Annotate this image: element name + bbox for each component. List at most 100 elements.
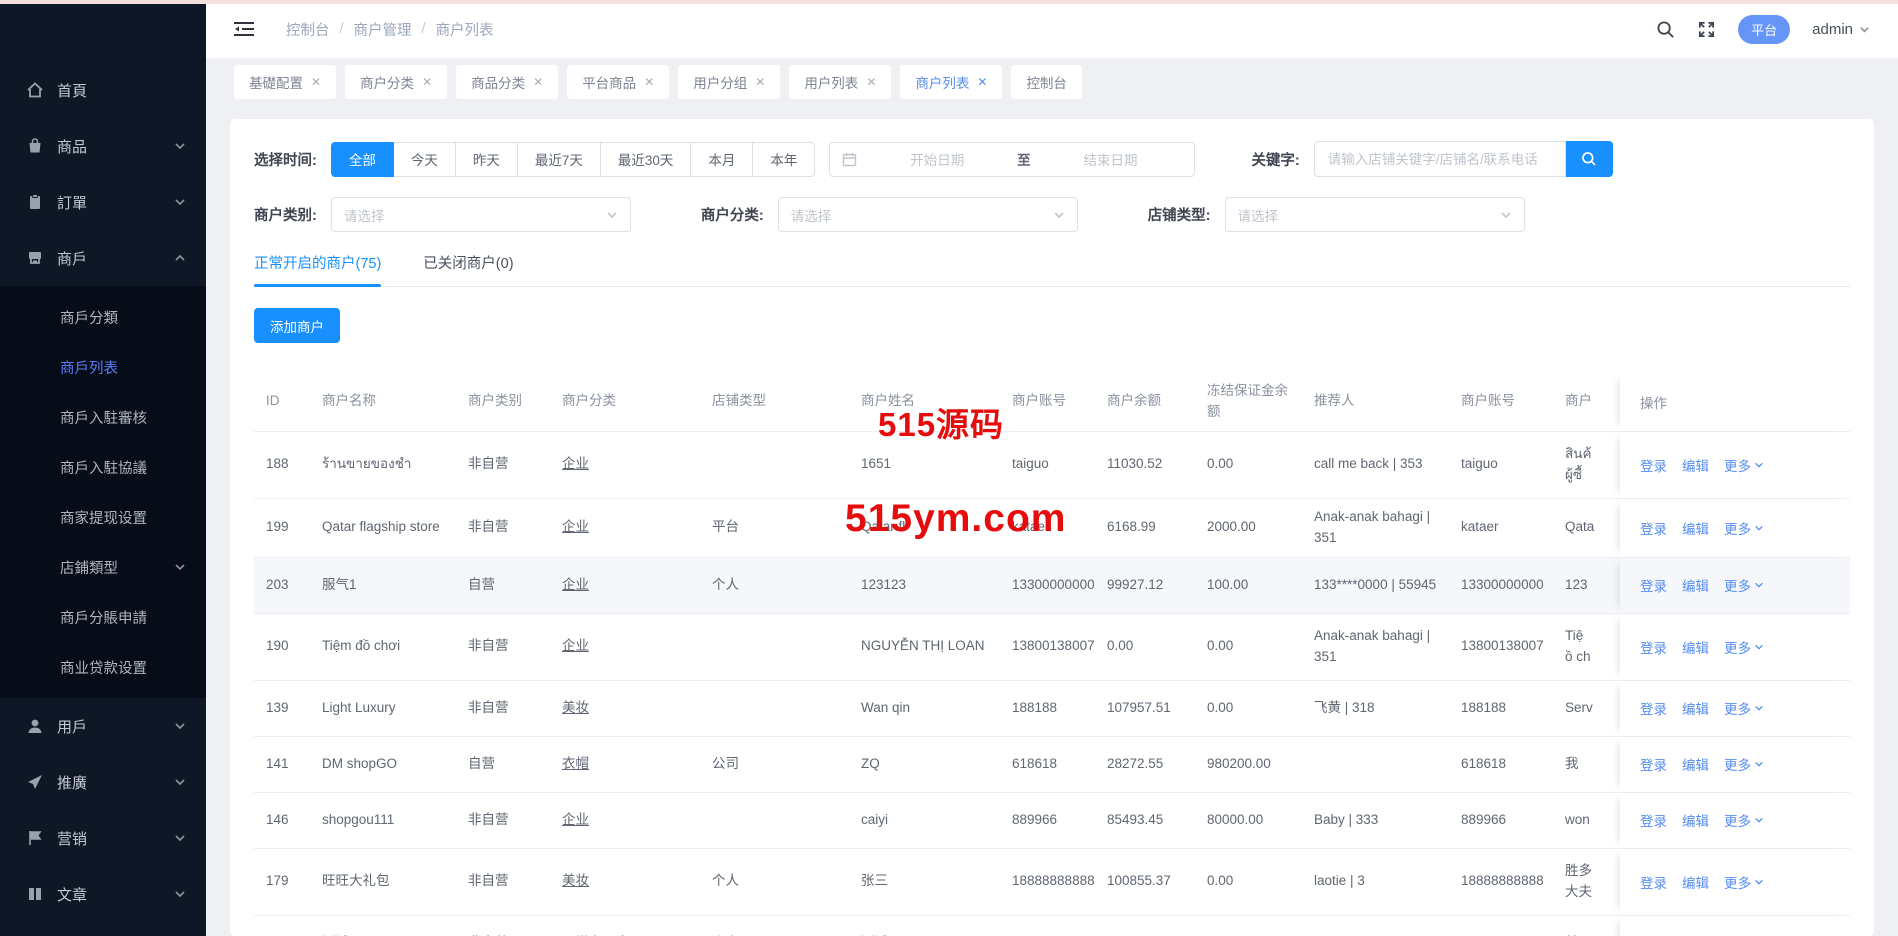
select-店铺类型:[interactable]: 请选择	[1225, 197, 1525, 232]
cell-store: 个人	[702, 567, 851, 604]
time-filter-全部[interactable]: 全部	[331, 142, 394, 177]
table-row: 199Qatar flagship store非自营企业平台Qatar flka…	[254, 499, 1850, 558]
date-separator: 至	[1017, 149, 1031, 169]
time-filter-本年[interactable]: 本年	[752, 142, 815, 177]
sidebar-item-用戶[interactable]: 用戶	[0, 698, 206, 754]
merchant-class-link[interactable]: 企业	[562, 577, 589, 592]
close-icon[interactable]: ✕	[533, 75, 543, 89]
select-商户类别:[interactable]: 请选择	[331, 197, 631, 232]
action-登录[interactable]: 登录	[1640, 518, 1667, 538]
user-icon	[26, 717, 44, 735]
keyword-search-button[interactable]	[1566, 141, 1613, 177]
sidebar-item-商家提现设置[interactable]: 商家提现设置	[0, 492, 206, 542]
sidebar-item-商戶分類[interactable]: 商戶分類	[0, 292, 206, 342]
sidebar-item-商戶分賬申請[interactable]: 商戶分賬申請	[0, 592, 206, 642]
sidebar-item-商戶入駐審核[interactable]: 商戶入駐審核	[0, 392, 206, 442]
action-编辑[interactable]: 编辑	[1682, 637, 1709, 657]
window-tab-商户分类[interactable]: 商户分类✕	[345, 65, 447, 99]
cell-account2: 889966	[1451, 802, 1555, 839]
sidebar-item-首頁[interactable]: 首頁	[0, 62, 206, 118]
action-更多[interactable]: 更多	[1724, 872, 1764, 892]
time-filter-最近7天[interactable]: 最近7天	[517, 142, 601, 177]
sidebar-item-商戶[interactable]: 商戶	[0, 230, 206, 286]
breadcrumb-separator: /	[340, 21, 344, 37]
sidebar-item-訂單[interactable]: 訂單	[0, 174, 206, 230]
sidebar-item-文章[interactable]: 文章	[0, 866, 206, 922]
action-登录[interactable]: 登录	[1640, 575, 1667, 595]
merchant-class-link[interactable]: 企业	[562, 456, 589, 471]
platform-badge[interactable]: 平台	[1738, 15, 1790, 44]
cell-category: 非自营	[458, 863, 552, 900]
action-登录[interactable]: 登录	[1640, 698, 1667, 718]
merchant-class-link[interactable]: 美妆	[562, 700, 589, 715]
breadcrumb-item[interactable]: 商户管理	[354, 19, 412, 40]
user-menu[interactable]: admin	[1812, 21, 1870, 38]
close-icon[interactable]: ✕	[866, 75, 876, 89]
sidebar-item-商戶入駐協議[interactable]: 商戶入駐協議	[0, 442, 206, 492]
action-编辑[interactable]: 编辑	[1682, 518, 1709, 538]
sidebar-item-商业贷款设置[interactable]: 商业贷款设置	[0, 642, 206, 692]
action-更多[interactable]: 更多	[1724, 698, 1764, 718]
end-date-placeholder[interactable]: 结束日期	[1039, 149, 1183, 169]
window-tab-用户列表[interactable]: 用户列表✕	[789, 65, 891, 99]
action-编辑[interactable]: 编辑	[1682, 872, 1709, 892]
breadcrumb-item[interactable]: 商户列表	[436, 19, 494, 40]
time-filter-最近30天[interactable]: 最近30天	[600, 142, 692, 177]
action-登录[interactable]: 登录	[1640, 872, 1667, 892]
breadcrumb-item[interactable]: 控制台	[286, 19, 330, 40]
select-商户分类:[interactable]: 请选择	[778, 197, 1078, 232]
start-date-placeholder[interactable]: 开始日期	[865, 149, 1009, 169]
close-icon[interactable]: ✕	[422, 75, 432, 89]
keyword-input[interactable]	[1314, 141, 1566, 177]
sidebar-item-商品[interactable]: 商品	[0, 118, 206, 174]
action-编辑[interactable]: 编辑	[1682, 455, 1709, 475]
cell-name: ร้านขายของชำ	[312, 446, 458, 483]
merchant-class-link[interactable]: 衣帽	[562, 756, 589, 771]
time-filter-今天[interactable]: 今天	[393, 142, 456, 177]
sidebar-item-店鋪類型[interactable]: 店鋪類型	[0, 542, 206, 592]
action-更多[interactable]: 更多	[1724, 637, 1764, 657]
action-更多[interactable]: 更多	[1724, 754, 1764, 774]
action-更多[interactable]: 更多	[1724, 518, 1764, 538]
merchant-class-link[interactable]: 美妆	[562, 873, 589, 888]
sidebar-item-商戶列表[interactable]: 商戶列表	[0, 342, 206, 392]
cell-id: 190	[254, 628, 312, 665]
close-icon[interactable]: ✕	[755, 75, 765, 89]
action-更多[interactable]: 更多	[1724, 575, 1764, 595]
date-range-picker[interactable]: 开始日期 至 结束日期	[829, 142, 1195, 177]
merchant-class-link[interactable]: 企业	[562, 812, 589, 827]
window-tab-平台商品[interactable]: 平台商品✕	[567, 65, 669, 99]
close-icon[interactable]: ✕	[977, 75, 987, 89]
window-tab-控制台[interactable]: 控制台	[1011, 65, 1082, 99]
cell-name: 服气1	[312, 567, 458, 604]
time-filter-本月[interactable]: 本月	[690, 142, 753, 177]
close-icon[interactable]: ✕	[644, 75, 654, 89]
action-更多[interactable]: 更多	[1724, 810, 1764, 830]
fullscreen-icon[interactable]	[1697, 20, 1716, 39]
window-tab-商户列表[interactable]: 商户列表✕	[900, 65, 1002, 99]
search-icon[interactable]	[1656, 20, 1675, 39]
merchant-class-link[interactable]: 企业	[562, 638, 589, 653]
sidebar-item-推廣[interactable]: 推廣	[0, 754, 206, 810]
action-登录[interactable]: 登录	[1640, 637, 1667, 657]
collapse-menu-icon[interactable]	[234, 21, 254, 37]
window-tab-基礎配置[interactable]: 基礎配置✕	[234, 65, 336, 99]
close-icon[interactable]: ✕	[311, 75, 321, 89]
action-编辑[interactable]: 编辑	[1682, 810, 1709, 830]
action-登录[interactable]: 登录	[1640, 810, 1667, 830]
cell-person: 1651	[851, 446, 1002, 483]
action-登录[interactable]: 登录	[1640, 455, 1667, 475]
window-tab-用户分组[interactable]: 用户分组✕	[678, 65, 780, 99]
action-编辑[interactable]: 编辑	[1682, 698, 1709, 718]
sidebar-item-营销[interactable]: 营销	[0, 810, 206, 866]
add-merchant-button[interactable]: 添加商户	[254, 308, 340, 343]
action-登录[interactable]: 登录	[1640, 754, 1667, 774]
time-filter-昨天[interactable]: 昨天	[455, 142, 518, 177]
action-更多[interactable]: 更多	[1724, 455, 1764, 475]
action-编辑[interactable]: 编辑	[1682, 754, 1709, 774]
action-编辑[interactable]: 编辑	[1682, 575, 1709, 595]
merchant-tab-正常开启的商户(75)[interactable]: 正常开启的商户(75)	[254, 252, 381, 286]
merchant-class-link[interactable]: 企业	[562, 519, 589, 534]
merchant-tab-已关闭商户(0)[interactable]: 已关闭商户(0)	[423, 252, 513, 286]
window-tab-商品分类[interactable]: 商品分类✕	[456, 65, 558, 99]
